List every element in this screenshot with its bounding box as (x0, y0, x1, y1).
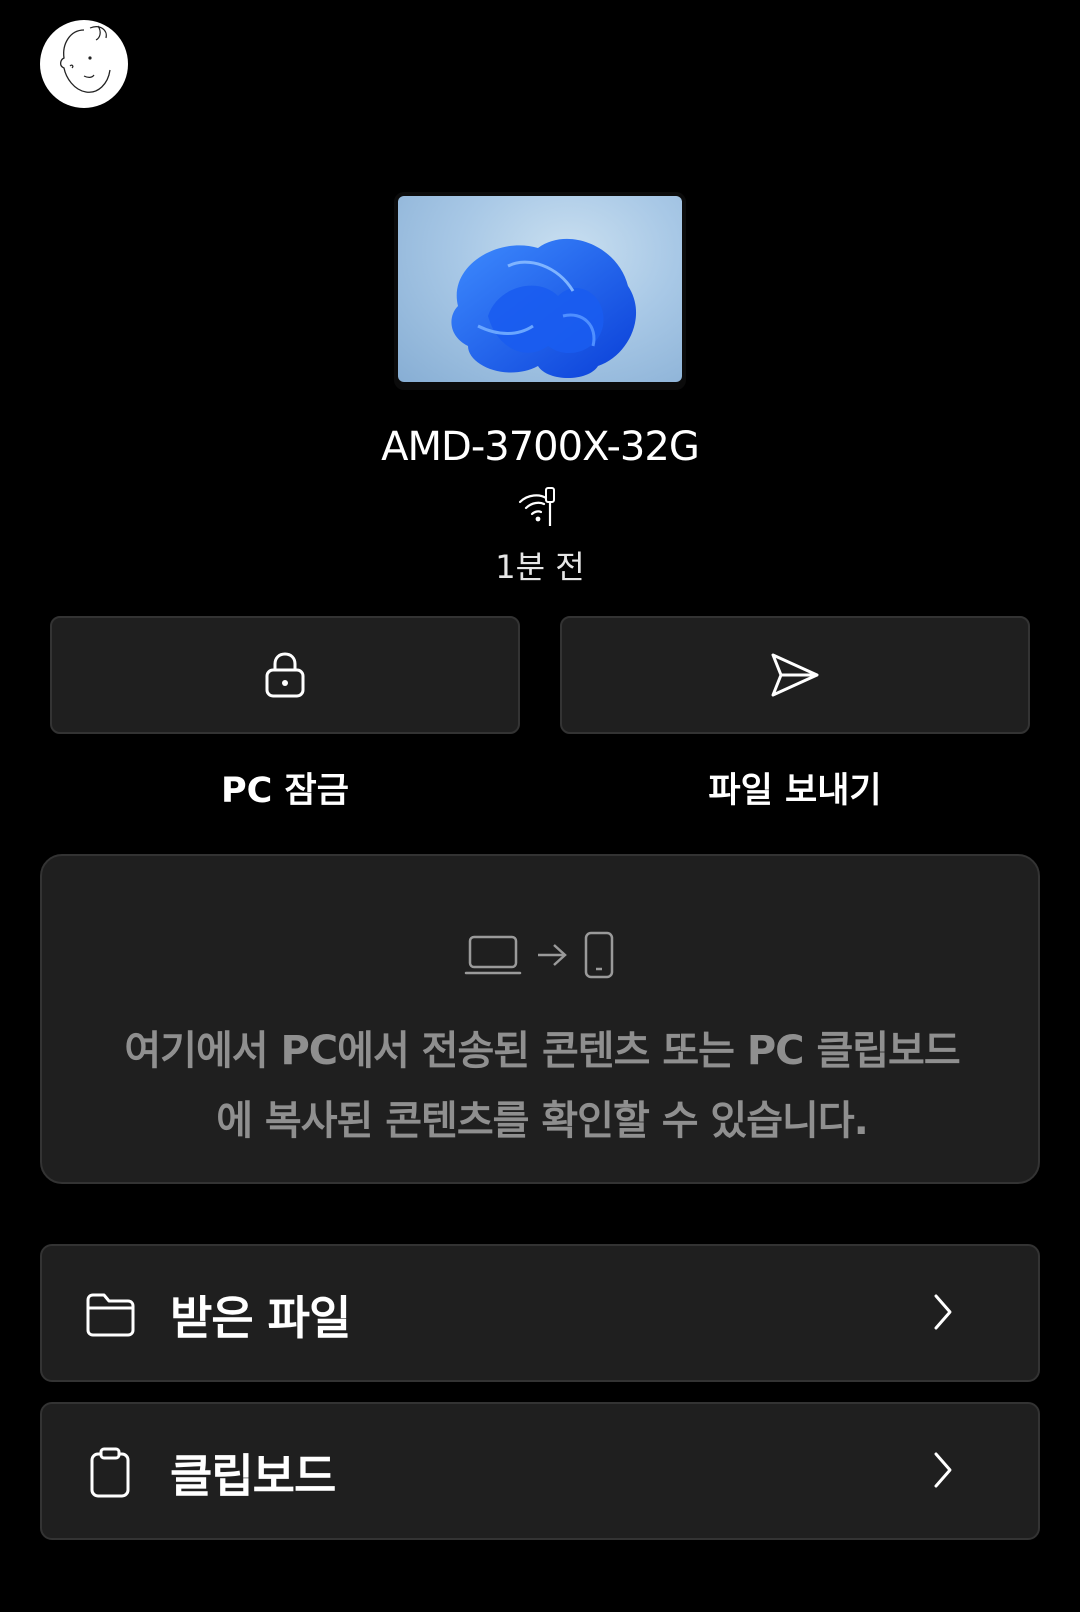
received-files-row[interactable]: 받은 파일 (40, 1244, 1040, 1382)
clipboard-icon (90, 1447, 130, 1498)
windows-bloom-image (451, 238, 637, 378)
laptop-icon (464, 935, 522, 975)
content-info-card: 여기에서 PC에서 전송된 콘텐츠 또는 PC 클립보드 에 복사된 콘텐츠를 … (40, 854, 1040, 1184)
last-seen-time: 1분 전 (495, 548, 585, 586)
pc-lock-label: PC 잠금 (221, 771, 349, 811)
clipboard-label: 클립보드 (170, 1449, 336, 1503)
info-line-1: 여기에서 PC에서 전송된 콘텐츠 또는 PC 클립보드 (124, 1028, 960, 1074)
profile-avatar[interactable] (40, 20, 128, 108)
clipboard-row[interactable]: 클립보드 (40, 1402, 1040, 1540)
received-files-label: 받은 파일 (170, 1291, 351, 1345)
send-file-label: 파일 보내기 (708, 771, 882, 811)
pc-to-phone-illustration (42, 930, 1038, 980)
wifi-cable-icon (516, 484, 564, 528)
avatar-sketch-icon (59, 25, 111, 93)
chevron-right-icon (934, 1452, 952, 1488)
lock-icon (265, 652, 305, 698)
app-screen: AMD-3700X-32G 1분 전 PC 잠금 파일 보내기 여기에서 PC에… (0, 0, 1080, 1612)
pc-lock-button[interactable] (50, 616, 520, 734)
pc-wallpaper-preview (394, 192, 686, 390)
device-name: AMD-3700X-32G (381, 424, 700, 470)
phone-icon (584, 931, 614, 979)
send-file-button[interactable] (560, 616, 1030, 734)
content-info-text: 여기에서 PC에서 전송된 콘텐츠 또는 PC 클립보드 에 복사된 콘텐츠를 … (82, 1016, 1002, 1156)
info-line-2: 에 복사된 콘텐츠를 확인할 수 있습니다. (216, 1098, 869, 1144)
folder-icon (86, 1293, 135, 1337)
chevron-right-icon (934, 1294, 952, 1330)
send-icon (771, 653, 819, 697)
arrow-right-icon (538, 944, 567, 966)
